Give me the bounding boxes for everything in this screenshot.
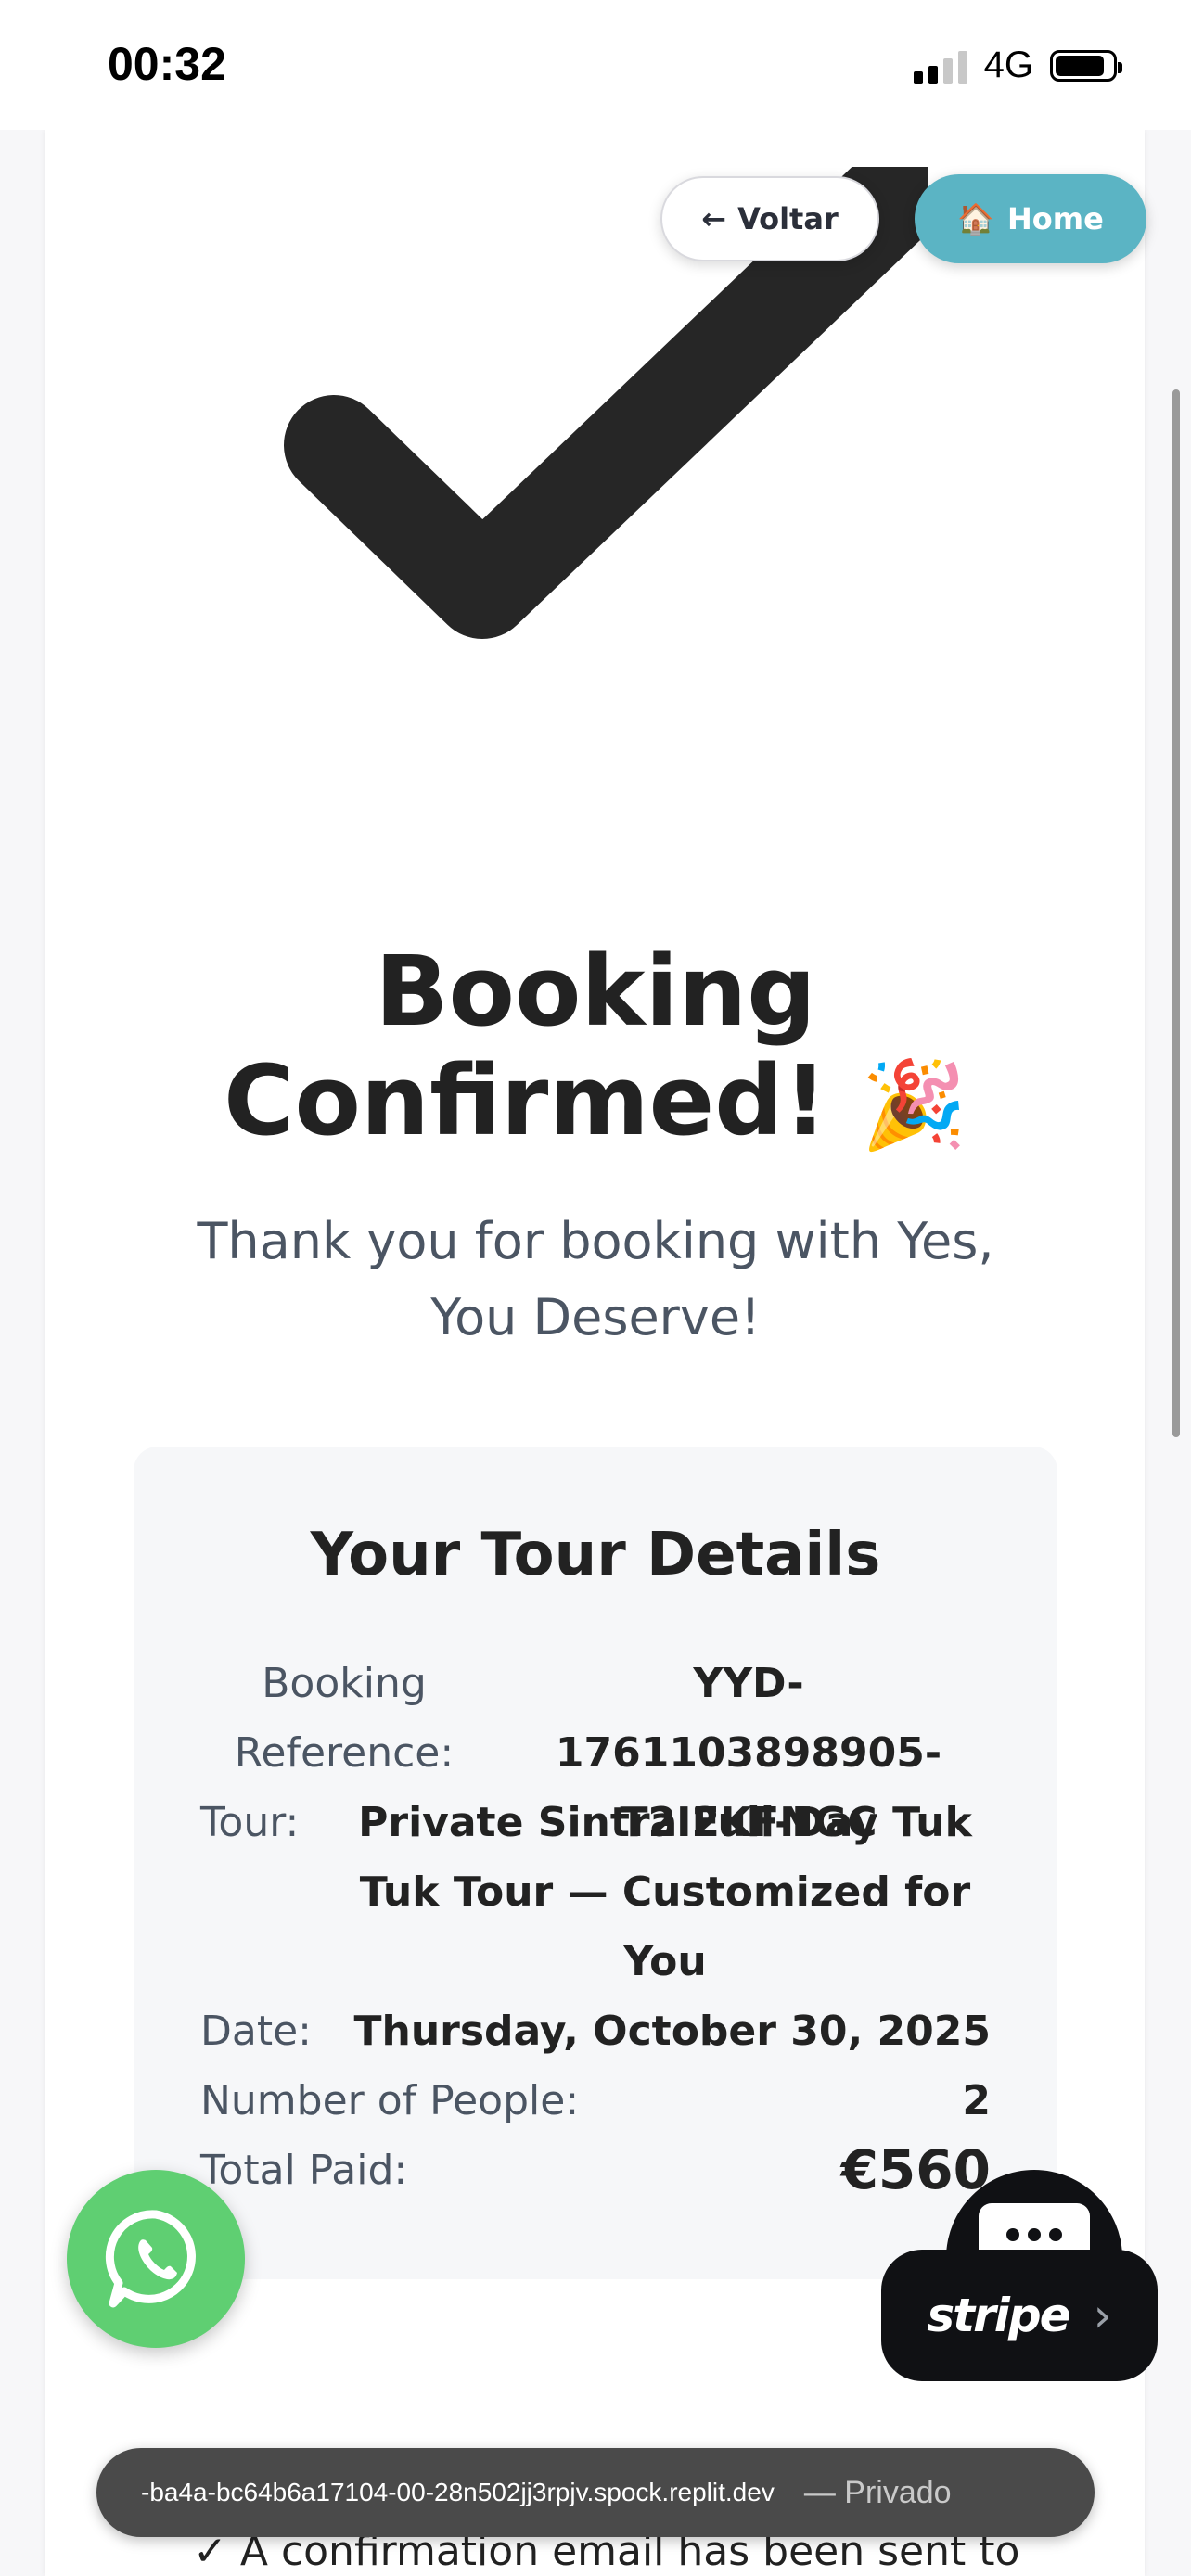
private-mode-label: — Privado (803, 2474, 952, 2510)
title-line-1: Booking (375, 935, 816, 1048)
tour-details-heading: Your Tour Details (310, 1521, 881, 1589)
subtitle-line-2: You Deserve! (430, 1288, 761, 1346)
thank-you-message: Thank you for booking with Yes, You Dese… (130, 1204, 1061, 1356)
home-label: Home (1007, 201, 1104, 236)
chevron-right-icon: › (1093, 2289, 1112, 2342)
cellular-signal-icon (913, 47, 967, 84)
title-text: Confirmed! (224, 1044, 828, 1157)
booking-reference-row: Booking Reference: YYD-1761103898905- T2… (200, 1649, 991, 1846)
status-time: 00:32 (108, 38, 226, 90)
people-label: Number of People: (200, 2077, 580, 2124)
tour-value: Private Sintra Full-Day Tuk Tuk Tour — C… (358, 1799, 972, 1985)
booking-reference-label: Booking Reference: (234, 1660, 455, 1777)
party-popper-icon: 🎉 (861, 1055, 967, 1154)
people-value: 2 (962, 2077, 991, 2124)
browser-url-bar[interactable]: -ba4a-bc64b6a17104-00-28n502jj3rpjv.spoc… (96, 2448, 1095, 2537)
date-value: Thursday, October 30, 2025 (353, 2008, 991, 2055)
back-button[interactable]: ← Voltar (660, 176, 879, 261)
date-row: Date: Thursday, October 30, 2025 (200, 1996, 991, 2066)
whatsapp-icon (105, 2210, 196, 2308)
subtitle-line-1: Thank you for booking with Yes, (197, 1212, 994, 1270)
network-type: 4G (983, 45, 1033, 85)
url-text: -ba4a-bc64b6a17104-00-28n502jj3rpjv.spoc… (141, 2478, 775, 2506)
status-icons: 4G (913, 45, 1122, 86)
scrollbar[interactable] (1172, 389, 1180, 1437)
house-icon: 🏠 (957, 201, 995, 236)
back-label: Voltar (737, 201, 839, 236)
stripe-button[interactable]: stripe › (881, 2250, 1158, 2381)
tour-details-panel: Your Tour Details Booking Reference: YYD… (134, 1447, 1057, 2279)
home-button[interactable]: 🏠 Home (915, 174, 1146, 263)
tour-row: Tour: Private Sintra Full-Day Tuk Tuk To… (200, 1788, 991, 1996)
people-row: Number of People: 2 (200, 2066, 991, 2136)
total-label: Total Paid: (200, 2147, 408, 2194)
stripe-logo: stripe (927, 2289, 1070, 2342)
status-bar: 00:32 4G (0, 0, 1191, 130)
whatsapp-button[interactable] (67, 2170, 245, 2348)
date-label: Date: (200, 2008, 312, 2055)
arrow-left-icon: ← (701, 201, 727, 236)
total-row: Total Paid: €560 (200, 2136, 991, 2210)
battery-icon (1050, 49, 1122, 82)
title-line-2: Confirmed! 🎉 (93, 1046, 1098, 1160)
tour-label: Tour: (200, 1799, 300, 1846)
page-title: Booking Confirmed! 🎉 (93, 937, 1098, 1160)
